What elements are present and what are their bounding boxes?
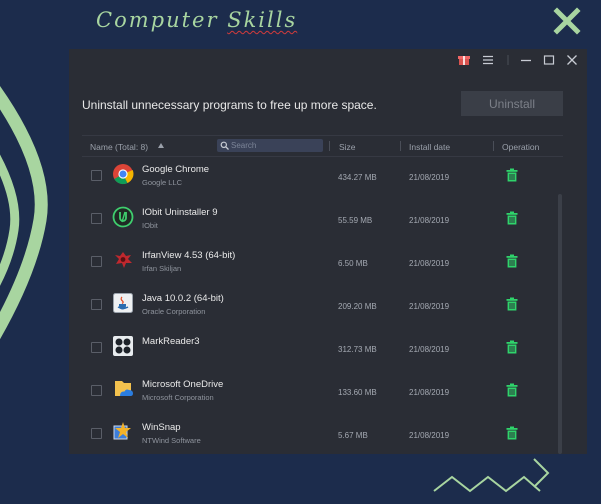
close-x-icon[interactable] bbox=[553, 7, 581, 35]
search-icon bbox=[220, 141, 229, 150]
iobit-uninstaller-icon bbox=[112, 206, 134, 228]
table-row[interactable]: IrfanView 4.53 (64-bit) Irfan Skiljan 6.… bbox=[82, 243, 563, 286]
table-row[interactable]: Google Chrome Google LLC 434.27 MB 21/08… bbox=[82, 157, 563, 200]
app-name: IObit Uninstaller 9 bbox=[142, 207, 218, 218]
maximize-icon[interactable] bbox=[542, 53, 556, 67]
trash-icon[interactable] bbox=[506, 426, 518, 440]
trash-icon[interactable] bbox=[506, 254, 518, 268]
app-size: 312.73 MB bbox=[338, 345, 377, 354]
app-size: 6.50 MB bbox=[338, 259, 368, 268]
row-checkbox[interactable] bbox=[91, 256, 102, 267]
date-column-header[interactable]: Install date bbox=[409, 142, 450, 152]
row-checkbox[interactable] bbox=[91, 385, 102, 396]
titlebar-divider bbox=[507, 55, 509, 65]
app-install-date: 21/08/2019 bbox=[409, 302, 450, 311]
irfanview-icon bbox=[115, 252, 132, 268]
page-heading: Computer Skills bbox=[96, 8, 297, 32]
column-divider bbox=[493, 141, 494, 151]
heading-word-computer: Computer bbox=[96, 8, 228, 32]
app-publisher: NTWind Software bbox=[142, 436, 201, 445]
table-row[interactable]: IObit Uninstaller 9 IObit 55.59 MB 21/08… bbox=[82, 200, 563, 243]
trash-icon[interactable] bbox=[506, 211, 518, 225]
app-size: 133.60 MB bbox=[338, 388, 377, 397]
scrollbar[interactable] bbox=[558, 194, 562, 454]
name-column-header[interactable]: Name (Total: 8) bbox=[90, 142, 148, 152]
heading-word-skills: Skills bbox=[227, 8, 298, 32]
title-bar bbox=[69, 49, 587, 71]
decorative-zigzag-icon bbox=[433, 458, 550, 493]
table-row[interactable]: WinSnap NTWind Software 5.67 MB 21/08/20… bbox=[82, 415, 563, 454]
decorative-arc-icon bbox=[0, 86, 48, 340]
operation-column-header: Operation bbox=[502, 142, 540, 152]
onedrive-icon bbox=[115, 381, 133, 396]
chrome-icon bbox=[113, 164, 134, 185]
app-name: Google Chrome bbox=[142, 164, 210, 175]
trash-icon[interactable] bbox=[506, 383, 518, 397]
trash-icon[interactable] bbox=[506, 168, 518, 182]
app-install-date: 21/08/2019 bbox=[409, 173, 450, 182]
row-checkbox[interactable] bbox=[91, 342, 102, 353]
table-row[interactable]: Microsoft OneDrive Microsoft Corporation… bbox=[82, 372, 563, 415]
app-publisher: Oracle Corporation bbox=[142, 307, 206, 316]
uninstaller-window: Uninstall unnecessary programs to free u… bbox=[69, 49, 587, 454]
app-name: Java 10.0.2 (64-bit) bbox=[142, 293, 224, 304]
search-box[interactable] bbox=[217, 139, 323, 152]
menu-icon[interactable] bbox=[481, 53, 495, 67]
app-name: WinSnap bbox=[142, 422, 181, 433]
app-size: 434.27 MB bbox=[338, 173, 377, 182]
app-size: 209.20 MB bbox=[338, 302, 377, 311]
minimize-icon[interactable] bbox=[519, 53, 533, 67]
column-header: Name (Total: 8) Size Install date Operat… bbox=[82, 135, 563, 157]
app-size: 55.59 MB bbox=[338, 216, 373, 225]
trash-icon[interactable] bbox=[506, 297, 518, 311]
search-input[interactable] bbox=[231, 139, 319, 152]
java-icon bbox=[113, 293, 133, 313]
app-install-date: 21/08/2019 bbox=[409, 345, 450, 354]
app-publisher: Irfan Skiljan bbox=[142, 264, 182, 273]
size-column-header[interactable]: Size bbox=[339, 142, 356, 152]
winsnap-icon bbox=[113, 422, 131, 440]
sort-arrow-icon[interactable] bbox=[158, 143, 164, 148]
app-install-date: 21/08/2019 bbox=[409, 259, 450, 268]
table-row[interactable]: Java 10.0.2 (64-bit) Oracle Corporation … bbox=[82, 286, 563, 329]
app-publisher: Microsoft Corporation bbox=[142, 393, 214, 402]
app-size: 5.67 MB bbox=[338, 431, 368, 440]
row-checkbox[interactable] bbox=[91, 428, 102, 439]
gift-icon[interactable] bbox=[457, 53, 471, 67]
close-icon[interactable] bbox=[565, 53, 579, 67]
app-name: MarkReader3 bbox=[142, 336, 200, 347]
app-install-date: 21/08/2019 bbox=[409, 431, 450, 440]
app-install-date: 21/08/2019 bbox=[409, 388, 450, 397]
app-name: IrfanView 4.53 (64-bit) bbox=[142, 250, 236, 261]
markreader-icon bbox=[113, 336, 133, 356]
row-checkbox[interactable] bbox=[91, 299, 102, 310]
row-checkbox[interactable] bbox=[91, 170, 102, 181]
app-publisher: Google LLC bbox=[142, 178, 183, 187]
app-name: Microsoft OneDrive bbox=[142, 379, 224, 390]
column-divider bbox=[329, 141, 330, 151]
table-row[interactable]: MarkReader3 312.73 MB 21/08/2019 bbox=[82, 329, 563, 372]
headline-text: Uninstall unnecessary programs to free u… bbox=[82, 98, 377, 112]
uninstall-button[interactable]: Uninstall bbox=[461, 91, 563, 116]
row-checkbox[interactable] bbox=[91, 213, 102, 224]
app-install-date: 21/08/2019 bbox=[409, 216, 450, 225]
column-divider bbox=[400, 141, 401, 151]
trash-icon[interactable] bbox=[506, 340, 518, 354]
app-publisher: IObit bbox=[142, 221, 158, 230]
